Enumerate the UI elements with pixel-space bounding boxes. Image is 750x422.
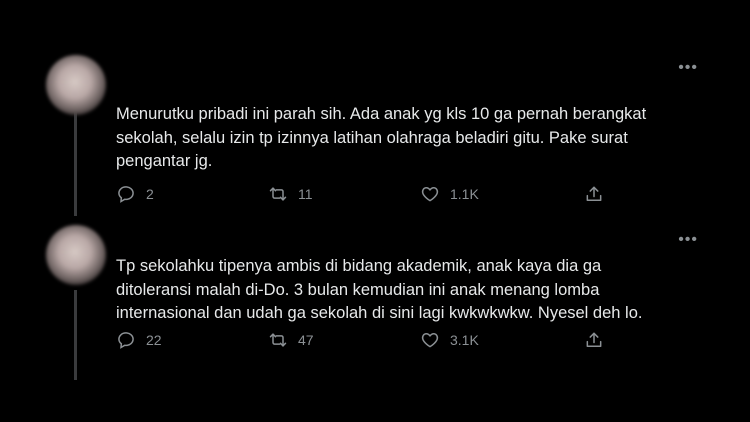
avatar[interactable] [46, 225, 106, 285]
like-count: 3.1K [450, 332, 479, 348]
like-button[interactable]: 1.1K [420, 182, 479, 206]
share-icon [584, 330, 604, 350]
retweet-count: 11 [298, 186, 313, 202]
more-icon[interactable]: ••• [678, 60, 698, 76]
retweet-count: 47 [298, 332, 314, 348]
reply-count: 22 [146, 332, 162, 348]
tweet-text-line: Menurutku pribadi ini parah sih. Ada ana… [116, 105, 647, 123]
share-button[interactable] [584, 328, 604, 352]
tweet-text-line: ditoleransi malah di-Do. 3 bulan kemudia… [116, 280, 600, 299]
reply-icon [116, 184, 136, 204]
tweet-actions: 2 11 1.1K [116, 182, 616, 206]
tweet-text-line: sekolah, selalu izin tp izinnya latihan … [116, 128, 628, 147]
retweet-icon [268, 330, 288, 350]
heart-icon [420, 330, 440, 350]
avatar[interactable] [46, 55, 106, 115]
tweet[interactable]: ••• Menurutku pribadi ini parah sih. Ada… [0, 0, 750, 215]
share-button[interactable] [584, 182, 604, 206]
tweet-text: Menurutku pribadi ini parah sih. Ada ana… [116, 103, 716, 174]
tweet-text-line: Tp sekolahku tipenya ambis di bidang aka… [116, 257, 602, 275]
more-icon[interactable]: ••• [678, 232, 698, 248]
tweet-text-line: internasional dan udah ga sekolah di sin… [116, 304, 643, 322]
reply-icon [116, 330, 136, 350]
like-button[interactable]: 3.1K [420, 328, 479, 352]
reply-count: 2 [146, 186, 154, 202]
tweet-actions: 22 47 3.1K [116, 328, 616, 352]
share-icon [584, 184, 604, 204]
tweet-text: Tp sekolahku tipenya ambis di bidang aka… [116, 255, 716, 326]
retweet-button[interactable]: 47 [268, 328, 314, 352]
retweet-button[interactable]: 11 [268, 182, 313, 206]
reply-button[interactable]: 2 [116, 182, 154, 206]
tweet[interactable]: ••• Tp sekolahku tipenya ambis di bidang… [0, 215, 750, 422]
reply-button[interactable]: 22 [116, 328, 162, 352]
like-count: 1.1K [450, 186, 479, 202]
tweet-text-line: pengantar jg. [116, 152, 213, 170]
heart-icon [420, 184, 440, 204]
retweet-icon [268, 184, 288, 204]
